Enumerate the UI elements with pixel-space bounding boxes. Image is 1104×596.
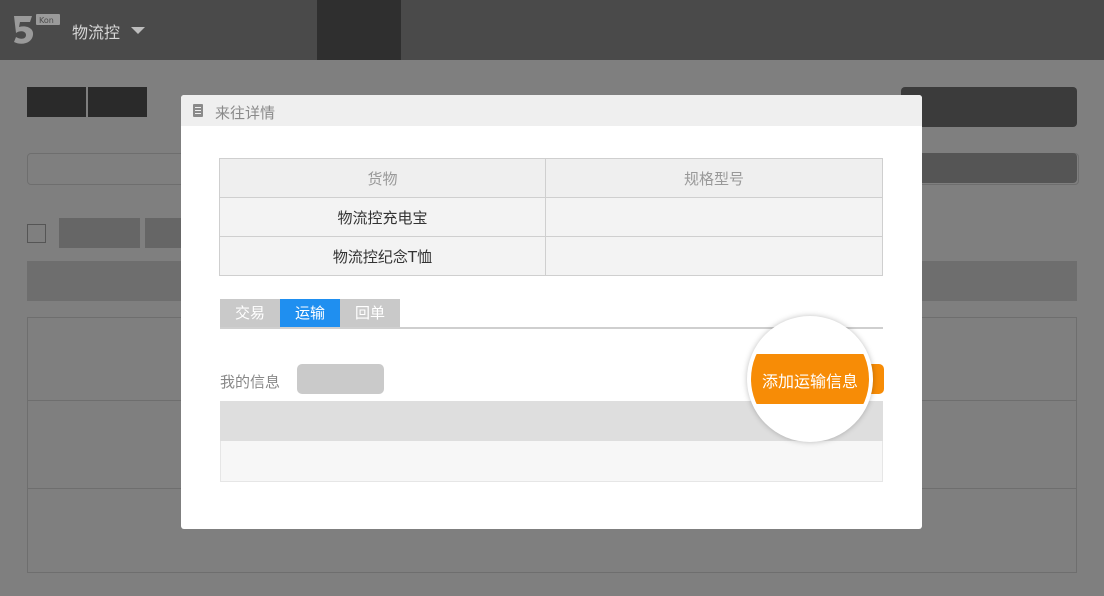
svg-text:Kon: Kon [39,16,54,25]
goods-table: 货物 规格型号 物流控充电宝 物流控纪念T恤 [219,158,883,276]
caret-down-icon[interactable] [131,27,145,34]
details-modal: 来往详情 货物 规格型号 物流控充电宝 物流控纪念T恤 交易 运输 回单 我的信… [181,95,922,529]
goods-table-header: 货物 规格型号 [219,158,883,198]
tab-trade[interactable]: 交易 [220,299,280,328]
brand-name[interactable]: 物流控 [72,19,120,43]
spec-cell [545,197,883,237]
modal-title: 来往详情 [215,104,276,122]
nav-tab-active[interactable] [317,0,401,60]
document-icon [193,104,203,117]
tab-receipt[interactable]: 回单 [340,299,400,328]
tab-transport[interactable]: 运输 [280,299,340,328]
table-row: 物流控充电宝 [219,197,883,237]
table-row: 物流控纪念T恤 [219,236,883,276]
top-nav-bar: Kon 物流控 [0,0,1104,60]
spec-cell [545,236,883,276]
my-info-value [297,364,384,394]
add-transport-button[interactable]: 添加运输信息 [751,320,869,438]
modal-header: 来往详情 [181,95,922,126]
column-header-spec: 规格型号 [545,158,883,198]
my-info-label: 我的信息 [220,373,281,391]
list-item [220,441,883,482]
goods-cell: 物流控充电宝 [219,197,546,237]
column-header-goods: 货物 [219,158,546,198]
add-transport-button-label: 添加运输信息 [761,372,858,391]
logo-icon[interactable]: Kon [10,12,62,48]
goods-cell: 物流控纪念T恤 [219,236,546,276]
